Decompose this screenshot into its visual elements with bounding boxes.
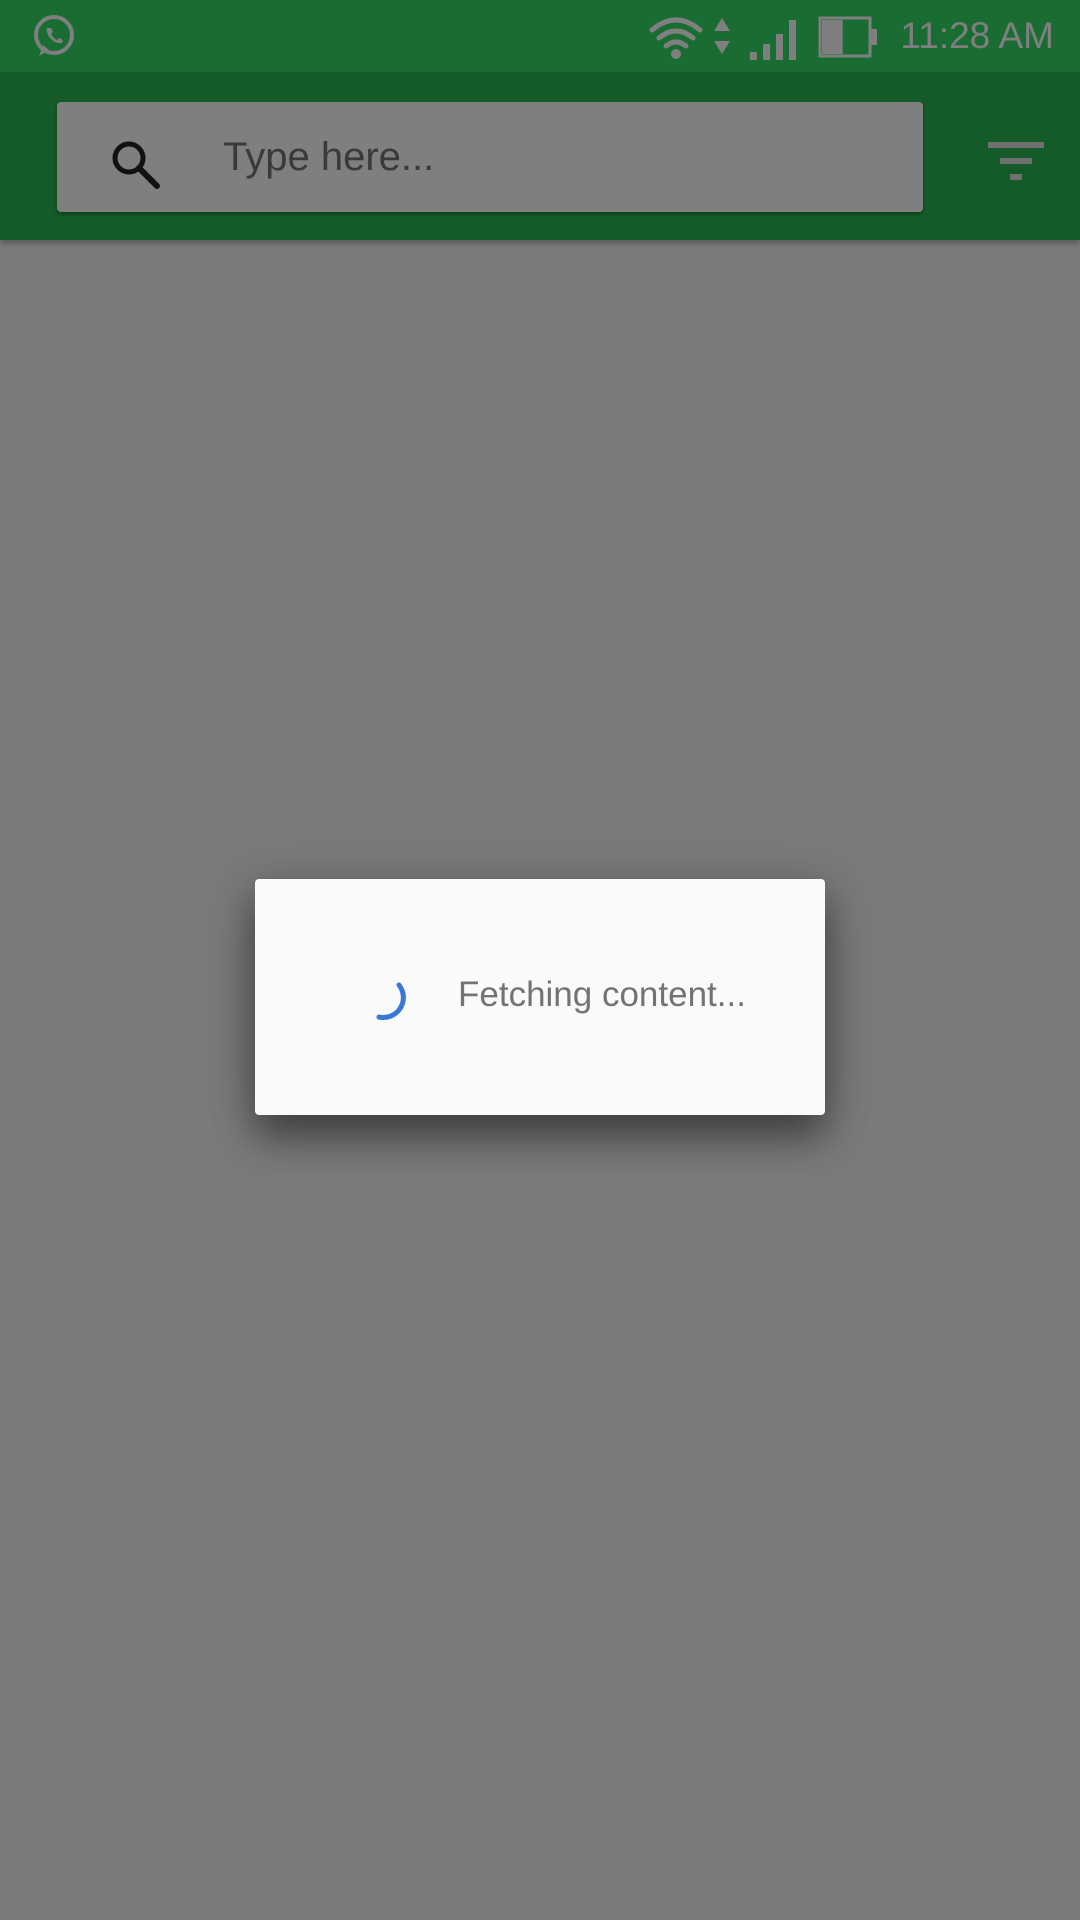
loading-dialog: Fetching content...	[255, 879, 825, 1115]
screen: 11:28 AM Fetching content...	[0, 0, 1080, 1920]
loading-spinner-icon	[376, 982, 406, 1020]
loading-message: Fetching content...	[458, 975, 746, 1014]
